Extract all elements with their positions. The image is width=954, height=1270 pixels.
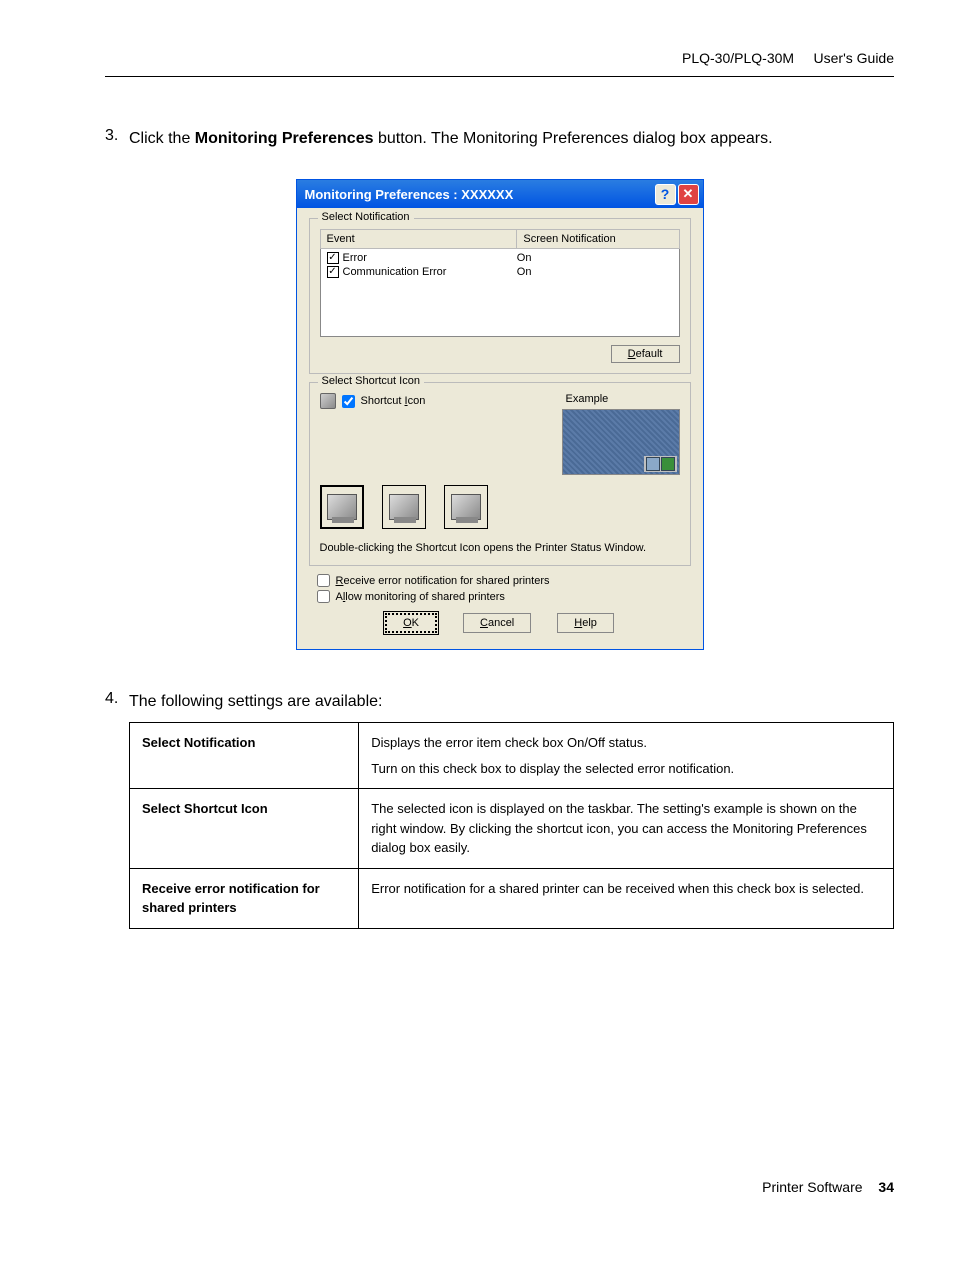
footer-page: 34 <box>878 1179 894 1195</box>
row-error-label: Error <box>343 252 367 264</box>
product-name: PLQ-30/PLQ-30M <box>682 50 794 66</box>
example-tray <box>644 456 677 472</box>
step-4-text: The following settings are available: <box>129 690 894 714</box>
step-3: 3. Click the Monitoring Preferences butt… <box>105 127 894 151</box>
row1-line1: Displays the error item check box On/Off… <box>371 733 881 753</box>
row2-label: Select Shortcut Icon <box>130 789 359 869</box>
receive-error-checkbox[interactable] <box>317 574 330 587</box>
row3-desc: Error notification for a shared printer … <box>359 868 894 928</box>
step-4: 4. The following settings are available:… <box>105 690 894 929</box>
printer-small-icon <box>320 393 336 409</box>
page-footer: Printer Software 34 <box>0 1179 954 1235</box>
printer-icon <box>389 494 419 520</box>
guide-name: User's Guide <box>814 50 894 66</box>
notification-row-error[interactable]: ✓ Error On <box>321 251 679 265</box>
notification-row-comm-error[interactable]: ✓ Communication Error On <box>321 265 679 279</box>
step-3-number: 3. <box>105 127 129 151</box>
cancel-button[interactable]: Cancel <box>463 613 531 633</box>
default-button[interactable]: Default <box>611 345 680 363</box>
shortcut-icon-checkbox[interactable] <box>342 395 355 408</box>
table-row: Select Shortcut Icon The selected icon i… <box>130 789 894 869</box>
printer-icon <box>451 494 481 520</box>
settings-table: Select Notification Displays the error i… <box>129 722 894 929</box>
icon-choice-2[interactable] <box>382 485 426 529</box>
footer-section: Printer Software <box>762 1179 862 1195</box>
tray-speaker-icon <box>646 457 660 471</box>
dialog-title: Monitoring Preferences : XXXXXX <box>305 187 655 202</box>
row3-label: Receive error notification for shared pr… <box>130 868 359 928</box>
icon-choice-1[interactable] <box>320 485 364 529</box>
select-notification-title: Select Notification <box>318 211 414 223</box>
step-4-number: 4. <box>105 690 129 929</box>
example-preview <box>562 409 680 475</box>
monitoring-preferences-dialog: Monitoring Preferences : XXXXXX ? ✕ Sele… <box>296 179 704 650</box>
select-notification-group: Select Notification Event Screen Notific… <box>309 218 691 374</box>
allow-monitoring-checkbox[interactable] <box>317 590 330 603</box>
ok-button[interactable]: OK <box>385 613 437 633</box>
page-header: PLQ-30/PLQ-30M User's Guide <box>0 0 954 76</box>
row1-label: Select Notification <box>130 723 359 789</box>
step-3-suffix: button. The Monitoring Preferences dialo… <box>374 130 773 147</box>
row-comm-error-value: On <box>517 266 673 278</box>
row2-desc: The selected icon is displayed on the ta… <box>359 789 894 869</box>
row-comm-error-label: Communication Error <box>343 266 447 278</box>
col-event: Event <box>321 230 518 248</box>
table-row: Select Notification Displays the error i… <box>130 723 894 789</box>
titlebar-help-button[interactable]: ? <box>655 184 676 205</box>
select-shortcut-icon-title: Select Shortcut Icon <box>318 375 424 387</box>
select-shortcut-icon-group: Select Shortcut Icon Shortcut Icon Examp… <box>309 382 691 566</box>
example-label: Example <box>562 393 680 405</box>
step-3-bold: Monitoring Preferences <box>195 130 374 147</box>
col-screen-notification: Screen Notification <box>517 230 678 248</box>
allow-monitoring-row: Allow monitoring of shared printers <box>317 590 691 603</box>
step-3-prefix: Click the <box>129 130 195 147</box>
notification-list-header: Event Screen Notification <box>320 229 680 249</box>
notification-list[interactable]: ✓ Error On ✓ Communication Error On <box>320 249 680 337</box>
icon-choice-3[interactable] <box>444 485 488 529</box>
receive-error-row: Receive error notification for shared pr… <box>317 574 691 587</box>
allow-monitoring-label: Allow monitoring of shared printers <box>336 591 505 603</box>
shortcut-hint: Double-clicking the Shortcut Icon opens … <box>320 541 680 555</box>
icon-choices <box>320 485 680 529</box>
help-button[interactable]: Help <box>557 613 614 633</box>
checkbox-icon: ✓ <box>327 252 339 264</box>
tray-printer-icon <box>661 457 675 471</box>
table-row: Receive error notification for shared pr… <box>130 868 894 928</box>
receive-error-label: Receive error notification for shared pr… <box>336 575 550 587</box>
dialog-titlebar: Monitoring Preferences : XXXXXX ? ✕ <box>297 180 703 208</box>
printer-icon <box>327 494 357 520</box>
shortcut-icon-label: Shortcut Icon <box>361 395 426 407</box>
step-3-text: Click the Monitoring Preferences button.… <box>129 127 773 151</box>
row-error-value: On <box>517 252 673 264</box>
checkbox-icon: ✓ <box>327 266 339 278</box>
row1-line2: Turn on this check box to display the se… <box>371 759 881 779</box>
titlebar-close-button[interactable]: ✕ <box>678 184 699 205</box>
row1-desc: Displays the error item check box On/Off… <box>359 723 894 789</box>
